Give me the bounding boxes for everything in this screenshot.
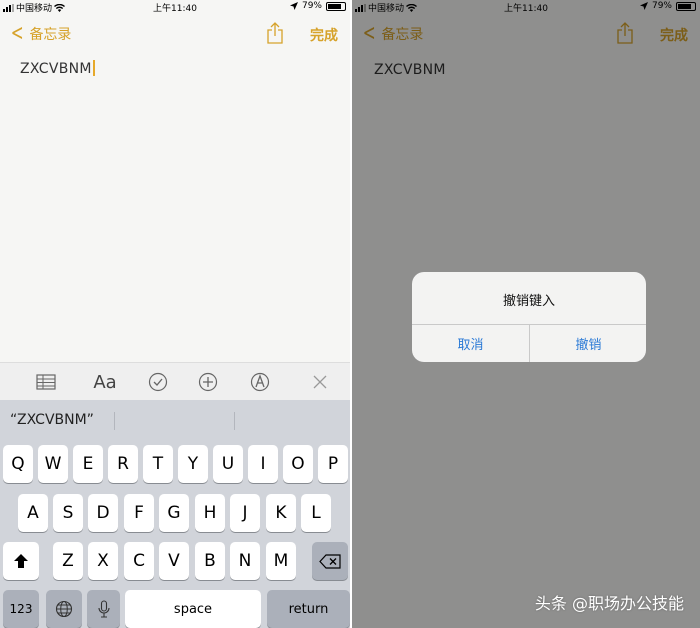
notes-editor-pane: 中国移动 上午11:40 79% < 备忘录 完成 ZXCVBNM Aa “ZX… — [0, 0, 350, 628]
space-key[interactable]: space — [125, 590, 261, 628]
key-v[interactable]: V — [159, 542, 189, 580]
chevron-left-icon: < — [10, 21, 24, 46]
key-f[interactable]: F — [124, 494, 154, 532]
key-t[interactable]: T — [143, 445, 173, 483]
key-g[interactable]: G — [159, 494, 189, 532]
key-z[interactable]: Z — [53, 542, 83, 580]
key-l[interactable]: L — [301, 494, 331, 532]
suggestion-item[interactable]: “ZXCVBNM” — [10, 412, 94, 428]
globe-key[interactable] — [46, 590, 82, 628]
key-p[interactable]: P — [318, 445, 348, 483]
key-q[interactable]: Q — [3, 445, 33, 483]
key-y[interactable]: Y — [178, 445, 208, 483]
note-text: ZXCVBNM — [20, 61, 92, 77]
key-m[interactable]: M — [266, 542, 296, 580]
key-n[interactable]: N — [230, 542, 260, 580]
suggestion-bar: “ZXCVBNM” — [0, 400, 350, 442]
key-a[interactable]: A — [18, 494, 48, 532]
battery-icon — [326, 1, 346, 11]
add-icon[interactable] — [196, 371, 220, 393]
dictation-key[interactable] — [87, 590, 120, 628]
key-o[interactable]: O — [283, 445, 313, 483]
suggestion-divider — [114, 412, 115, 430]
keyboard: “ZXCVBNM” Q W E R T Y U I O P A S D F G … — [0, 400, 350, 628]
text-caret — [92, 60, 95, 76]
numbers-key[interactable]: 123 — [3, 590, 39, 628]
key-i[interactable]: I — [248, 445, 278, 483]
key-c[interactable]: C — [124, 542, 154, 580]
table-icon[interactable] — [34, 371, 58, 393]
backspace-icon — [319, 553, 341, 569]
key-s[interactable]: S — [53, 494, 83, 532]
key-w[interactable]: W — [38, 445, 68, 483]
back-button[interactable]: < 备忘录 — [8, 21, 72, 46]
markup-icon[interactable] — [248, 371, 272, 393]
delete-key[interactable] — [312, 542, 348, 580]
back-label: 备忘录 — [29, 27, 72, 43]
key-k[interactable]: K — [266, 494, 296, 532]
cancel-button[interactable]: 取消 — [412, 324, 529, 362]
undo-dialog-pane: 中国移动 上午11:40 79% < 备忘录 完成 ZXCVBNM 撤销键入 取… — [352, 0, 700, 628]
location-icon — [289, 2, 298, 10]
battery-percent: 79% — [301, 1, 322, 11]
checklist-icon[interactable] — [146, 371, 170, 393]
key-b[interactable]: B — [195, 542, 225, 580]
suggestion-divider — [234, 412, 235, 430]
shift-key[interactable] — [3, 542, 39, 580]
key-x[interactable]: X — [88, 542, 118, 580]
note-body[interactable]: ZXCVBNM — [20, 60, 95, 77]
done-button[interactable]: 完成 — [310, 25, 338, 45]
key-u[interactable]: U — [213, 445, 243, 483]
undo-button[interactable]: 撤销 — [530, 324, 646, 362]
close-icon[interactable] — [308, 371, 332, 393]
key-d[interactable]: D — [88, 494, 118, 532]
key-j[interactable]: J — [230, 494, 260, 532]
microphone-icon — [97, 600, 110, 618]
globe-icon — [55, 600, 73, 618]
status-bar: 中国移动 上午11:40 79% — [0, 0, 350, 14]
share-icon[interactable] — [266, 22, 284, 44]
format-toolbar: Aa — [0, 362, 350, 400]
key-h[interactable]: H — [195, 494, 225, 532]
alert-title: 撤销键入 — [502, 294, 555, 309]
key-e[interactable]: E — [73, 445, 103, 483]
undo-typing-alert: 撤销键入 取消 撤销 — [412, 272, 646, 362]
text-format-button[interactable]: Aa — [90, 371, 120, 393]
watermark: 头条 @职场办公技能 — [534, 594, 684, 613]
shift-icon — [14, 554, 28, 568]
nav-bar: < 备忘录 完成 — [0, 16, 350, 50]
return-key[interactable]: return — [267, 590, 350, 628]
key-r[interactable]: R — [108, 445, 138, 483]
